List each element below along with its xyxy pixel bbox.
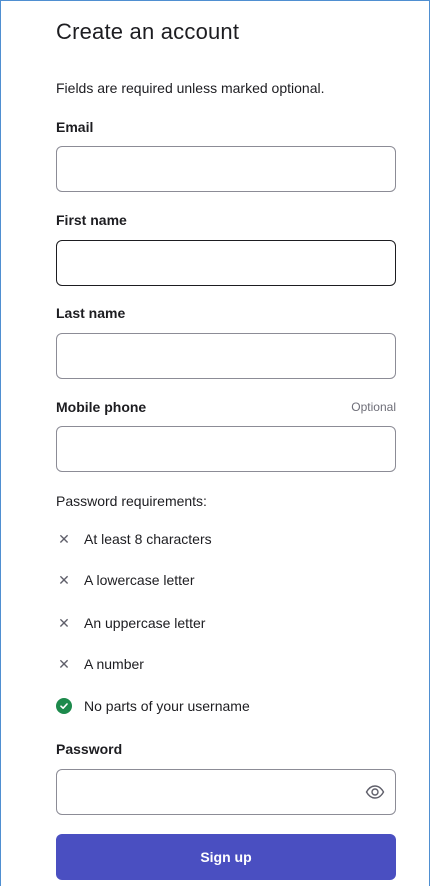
email-field-wrapper (56, 146, 396, 192)
requirement-item: ✕ An uppercase letter (56, 614, 206, 632)
first-name-label: First name (56, 212, 127, 228)
requirement-text: A lowercase letter (84, 572, 195, 588)
optional-indicator: Optional (351, 400, 396, 414)
requirement-item: ✕ A lowercase letter (56, 571, 195, 589)
password-label: Password (56, 741, 123, 757)
form-instructions: Fields are required unless marked option… (56, 80, 325, 96)
last-name-field-wrapper (56, 333, 396, 379)
requirement-item: ✕ At least 8 characters (56, 530, 212, 548)
requirement-item: ✕ A number (56, 655, 144, 673)
requirement-text: A number (84, 656, 144, 672)
first-name-field[interactable] (57, 241, 395, 285)
email-label: Email (56, 119, 94, 135)
check-circle-icon (56, 698, 72, 714)
x-icon: ✕ (58, 571, 70, 588)
mobile-phone-field[interactable] (57, 427, 395, 471)
password-field-wrapper (56, 769, 396, 815)
requirement-text: An uppercase letter (84, 615, 206, 631)
email-field[interactable] (57, 147, 395, 191)
mobile-phone-label: Mobile phone (56, 399, 147, 415)
requirement-item: No parts of your username (56, 698, 250, 714)
password-field[interactable] (57, 770, 395, 814)
eye-icon[interactable] (365, 782, 385, 802)
last-name-field[interactable] (57, 334, 395, 378)
password-requirements-heading: Password requirements: (56, 493, 207, 509)
requirement-text: At least 8 characters (84, 531, 212, 547)
requirement-text: No parts of your username (84, 698, 250, 714)
x-icon: ✕ (58, 530, 70, 547)
mobile-phone-field-wrapper (56, 426, 396, 472)
page-title: Create an account (56, 19, 240, 44)
first-name-field-wrapper (56, 240, 396, 286)
sign-up-button[interactable]: Sign up (56, 834, 396, 880)
last-name-label: Last name (56, 305, 126, 321)
x-icon: ✕ (58, 655, 70, 672)
x-icon: ✕ (58, 614, 70, 631)
